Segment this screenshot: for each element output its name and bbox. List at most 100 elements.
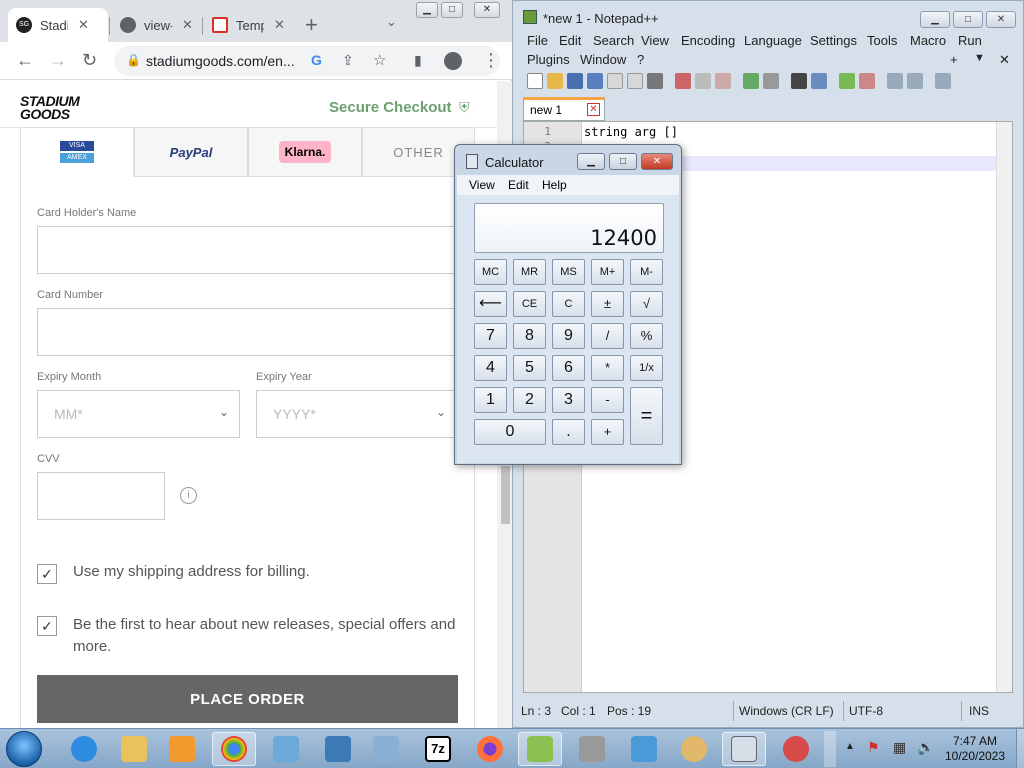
taskbar-item-ie[interactable] (62, 732, 106, 766)
billing-checkbox[interactable]: ✓ (37, 564, 57, 584)
tab-paypal[interactable]: PayPal (134, 127, 248, 177)
minimize-button[interactable]: ▁ (577, 153, 605, 170)
subtract-button[interactable]: - (591, 387, 624, 413)
digit-6-button[interactable]: 6 (552, 355, 585, 381)
digit-0-button[interactable]: 0 (474, 419, 546, 445)
taskbar-item-snipping-tool[interactable] (774, 732, 818, 766)
menu-plugins[interactable]: Plugins (527, 52, 570, 67)
close-button[interactable]: ✕ (986, 11, 1016, 28)
close-button[interactable]: ✕ (641, 153, 673, 170)
maximize-button[interactable]: □ (953, 11, 983, 28)
taskbar-item-firefox[interactable] (468, 732, 512, 766)
close-file-icon[interactable] (607, 73, 623, 89)
menu-view[interactable]: View (641, 33, 669, 48)
forward-arrow-icon[interactable]: → (49, 50, 67, 70)
ms-button[interactable]: MS (552, 259, 585, 285)
m-plus-button[interactable]: M+ (591, 259, 624, 285)
save-icon[interactable] (567, 73, 583, 89)
network-icon[interactable]: ▦ (893, 739, 906, 756)
card-holder-input[interactable] (37, 226, 457, 274)
google-icon[interactable]: G (311, 52, 322, 68)
menu-window[interactable]: Window (580, 52, 626, 67)
tab-klarna[interactable]: Klarna. (248, 127, 362, 177)
stadium-goods-logo[interactable]: STADIUM GOODS (20, 94, 88, 121)
code-text[interactable]: string arg [] (584, 125, 678, 139)
sync-scroll-icon[interactable] (887, 73, 903, 89)
volume-muted-icon[interactable]: 🔈 (917, 739, 934, 756)
taskbar-item-calculator[interactable] (722, 732, 766, 766)
menu-edit[interactable]: Edit (508, 178, 529, 192)
maximize-button[interactable]: □ (609, 153, 637, 170)
divide-button[interactable]: / (591, 323, 624, 349)
decimal-button[interactable]: . (552, 419, 585, 445)
digit-1-button[interactable]: 1 (474, 387, 507, 413)
menu-encoding[interactable]: Encoding (681, 33, 735, 48)
start-button[interactable] (6, 731, 42, 767)
cut-icon[interactable] (675, 73, 691, 89)
profile-avatar-icon[interactable] (444, 52, 462, 70)
reload-icon[interactable]: ↻ (82, 50, 97, 70)
taskbar-item-paper-plane[interactable] (622, 732, 666, 766)
digit-9-button[interactable]: 9 (552, 323, 585, 349)
menu-view[interactable]: View (469, 178, 495, 192)
show-all-chars-icon[interactable] (935, 73, 951, 89)
digit-7-button[interactable]: 7 (474, 323, 507, 349)
cvv-input[interactable] (37, 472, 165, 520)
taskbar-item-explorer[interactable] (112, 732, 156, 766)
plus-minus-button[interactable]: ± (591, 291, 624, 317)
tab-new-1[interactable]: new 1 ✕ (523, 97, 605, 121)
reciprocal-button[interactable]: 1/x (630, 355, 663, 381)
action-center-icon[interactable]: ⚑ (867, 739, 880, 756)
menu-run[interactable]: Run (958, 33, 982, 48)
menu-file[interactable]: File (527, 33, 548, 48)
undo-icon[interactable] (743, 73, 759, 89)
copy-icon[interactable] (695, 73, 711, 89)
tab-view[interactable]: view- ✕ (112, 8, 202, 42)
minimize-button[interactable]: ▁ (920, 11, 950, 28)
menu-tools[interactable]: Tools (867, 33, 897, 48)
side-panel-icon[interactable]: ▮ (414, 50, 422, 70)
taskbar-item-paint[interactable] (672, 732, 716, 766)
close-tab-icon[interactable]: ✕ (274, 17, 285, 33)
menu-help[interactable]: ? (637, 52, 644, 67)
taskbar-scroll[interactable] (824, 731, 836, 767)
close-button[interactable]: ✕ (474, 2, 500, 18)
close-doc-icon[interactable]: ✕ (999, 52, 1010, 68)
menu-macro[interactable]: Macro (910, 33, 946, 48)
taskbar-item-printer[interactable] (570, 732, 614, 766)
clock[interactable]: 7:47 AM 10/20/2023 (935, 734, 1015, 764)
multiply-button[interactable]: * (591, 355, 624, 381)
digit-2-button[interactable]: 2 (513, 387, 546, 413)
taskbar-item-chrome[interactable] (212, 732, 256, 766)
address-bar[interactable]: 🔒 stadiumgoods.com/en... G ⇪ ☆ (114, 46, 500, 76)
doc-list-dropdown-icon[interactable]: ▼ (974, 52, 985, 64)
close-all-icon[interactable] (627, 73, 643, 89)
menu-kebab-icon[interactable]: ⋮ (482, 50, 500, 70)
new-doc-plus-icon[interactable]: + (950, 52, 958, 67)
digit-5-button[interactable]: 5 (513, 355, 546, 381)
paste-icon[interactable] (715, 73, 731, 89)
editor-scrollbar[interactable] (996, 122, 1012, 692)
word-wrap-icon[interactable] (907, 73, 923, 89)
find-icon[interactable] (791, 73, 807, 89)
replace-icon[interactable] (811, 73, 827, 89)
new-tab-button[interactable]: + (305, 14, 318, 36)
taskbar-item-search[interactable] (364, 732, 408, 766)
tab-search-chevron-icon[interactable]: ⌄ (386, 14, 397, 30)
taskbar-item-remote-desktop[interactable] (316, 732, 360, 766)
show-desktop-button[interactable] (1016, 729, 1024, 768)
card-number-input[interactable] (37, 308, 457, 356)
menu-edit[interactable]: Edit (559, 33, 581, 48)
equals-button[interactable]: = (630, 387, 663, 445)
bookmark-star-icon[interactable]: ☆ (373, 51, 386, 69)
menu-search[interactable]: Search (593, 33, 634, 48)
percent-button[interactable]: % (630, 323, 663, 349)
share-icon[interactable]: ⇪ (342, 52, 354, 69)
new-file-icon[interactable] (527, 73, 543, 89)
newsletter-checkbox[interactable]: ✓ (37, 616, 57, 636)
digit-8-button[interactable]: 8 (513, 323, 546, 349)
menu-language[interactable]: Language (744, 33, 802, 48)
mc-button[interactable]: MC (474, 259, 507, 285)
sqrt-button[interactable]: √ (630, 291, 663, 317)
taskbar-item-media-player[interactable] (160, 732, 204, 766)
